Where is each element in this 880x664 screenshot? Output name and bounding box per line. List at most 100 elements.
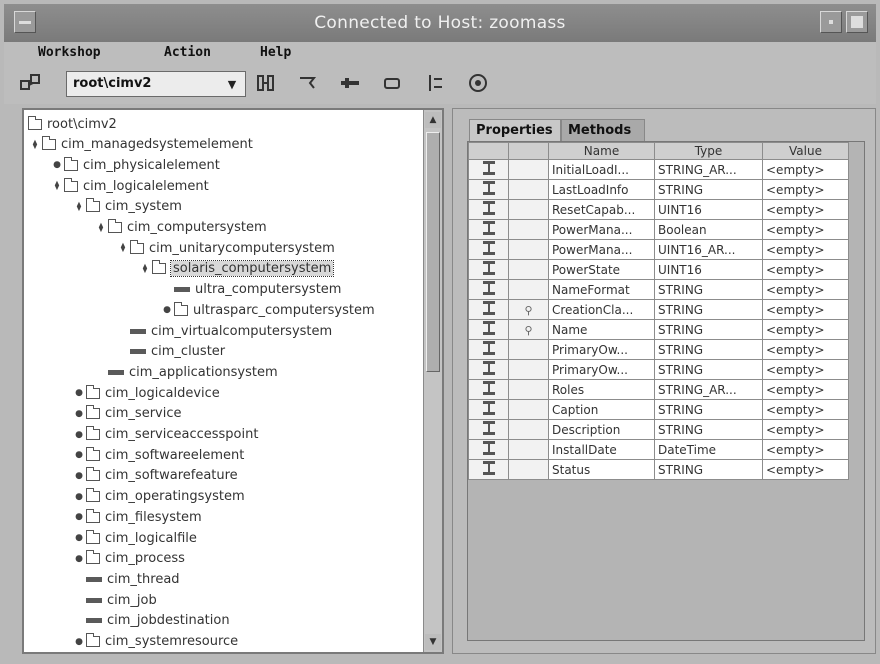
expand-toggle-icon[interactable]: ● [50, 160, 64, 170]
table-row[interactable]: Status STRING <empty> [468, 459, 849, 480]
tree-scrollbar[interactable]: ▲ ▼ [423, 110, 442, 652]
tree-node[interactable]: ⧫ cim_unitarycomputersystem [116, 238, 335, 258]
tree-node[interactable]: ⧫ cim_managedsystemelement [28, 135, 253, 155]
maximize-button[interactable] [846, 11, 868, 33]
tree-node[interactable]: ● cim_physicalelement [50, 155, 220, 175]
table-row[interactable]: PrimaryOw... STRING <empty> [468, 339, 849, 360]
scroll-up-icon[interactable]: ▲ [425, 112, 441, 128]
collapse-toggle-icon[interactable]: ⧫ [50, 181, 64, 191]
table-row[interactable]: PowerMana... Boolean <empty> [468, 219, 849, 240]
property-value[interactable]: <empty> [762, 179, 849, 200]
sort-icon[interactable] [422, 72, 446, 94]
tree-node[interactable]: ● cim_service [72, 404, 182, 424]
table-row[interactable]: ⚲ Name STRING <empty> [468, 319, 849, 340]
hierarchy-icon[interactable] [254, 72, 278, 94]
property-value[interactable]: <empty> [762, 399, 849, 420]
tree-node[interactable]: ⧫ cim_system [72, 197, 182, 217]
tree-node[interactable]: ● cim_filesystem [72, 507, 202, 527]
chevron-down-icon[interactable]: ▼ [219, 72, 245, 96]
expand-toggle-icon[interactable]: ● [72, 492, 86, 502]
expand-toggle-icon[interactable]: ● [72, 450, 86, 460]
tree-node[interactable]: ⧫ cim_logicalelement [50, 176, 209, 196]
scroll-thumb[interactable] [426, 132, 440, 372]
expand-toggle-icon[interactable]: ● [160, 305, 174, 315]
property-value[interactable]: <empty> [762, 299, 849, 320]
expand-toggle-icon[interactable]: ● [72, 554, 86, 564]
header-type[interactable]: Type [654, 142, 763, 160]
tree-node[interactable]: cim_applicationsystem [94, 362, 278, 382]
property-value[interactable]: <empty> [762, 219, 849, 240]
minimize-button[interactable] [820, 11, 842, 33]
tab-properties[interactable]: Properties [469, 119, 561, 141]
property-value[interactable]: <empty> [762, 259, 849, 280]
tree-node[interactable]: cim_cluster [116, 342, 225, 362]
tree-node[interactable]: ultra_computersystem [160, 280, 341, 300]
tree-node[interactable]: ● ultrasparc_computersystem [160, 300, 375, 320]
expand-toggle-icon[interactable]: ● [72, 512, 86, 522]
property-value[interactable]: <empty> [762, 459, 849, 480]
property-value[interactable]: <empty> [762, 319, 849, 340]
expand-toggle-icon[interactable]: ● [72, 430, 86, 440]
tree-node[interactable]: ⧫ solaris_computersystem [138, 259, 335, 279]
tree-node[interactable]: ● cim_logicalfile [72, 528, 197, 548]
tree-node[interactable]: ● cim_logicaldevice [72, 383, 220, 403]
tree-node[interactable]: ● cim_serviceaccesspoint [72, 425, 258, 445]
tree-node[interactable]: ● cim_softwarefeature [72, 466, 238, 486]
table-row[interactable]: PrimaryOw... STRING <empty> [468, 359, 849, 380]
table-row[interactable]: PowerMana... UINT16_AR... <empty> [468, 239, 849, 260]
table-row[interactable]: ⚲ CreationCla... STRING <empty> [468, 299, 849, 320]
tree-node[interactable]: root\cimv2 [28, 114, 117, 134]
namespace-icon[interactable] [18, 72, 42, 94]
scroll-down-icon[interactable]: ▼ [425, 634, 441, 650]
property-value[interactable]: <empty> [762, 159, 849, 180]
table-row[interactable]: Caption STRING <empty> [468, 399, 849, 420]
expand-toggle-icon[interactable]: ● [72, 533, 86, 543]
tree-node[interactable]: ● cim_softwareelement [72, 445, 244, 465]
property-value[interactable]: <empty> [762, 199, 849, 220]
property-value[interactable]: <empty> [762, 419, 849, 440]
table-row[interactable]: PowerState UINT16 <empty> [468, 259, 849, 280]
namespace-select[interactable]: root\cimv2 ▼ [66, 71, 246, 97]
table-row[interactable]: Roles STRING_AR... <empty> [468, 379, 849, 400]
table-row[interactable]: LastLoadInfo STRING <empty> [468, 179, 849, 200]
tree-node[interactable]: ● cim_operatingsystem [72, 487, 245, 507]
tree-node[interactable]: cim_jobdestination [72, 611, 230, 631]
expand-toggle-icon[interactable]: ● [72, 409, 86, 419]
filter-icon[interactable] [338, 72, 362, 94]
property-value[interactable]: <empty> [762, 279, 849, 300]
collapse-toggle-icon[interactable]: ⧫ [28, 140, 42, 150]
expand-toggle-icon[interactable]: ● [72, 637, 86, 647]
property-value[interactable]: <empty> [762, 239, 849, 260]
class-tree[interactable]: root\cimv2 ⧫ cim_managedsystemelement ● cim_… [22, 108, 444, 654]
table-row[interactable]: ResetCapab... UINT16 <empty> [468, 199, 849, 220]
menu-help[interactable]: Help [260, 45, 291, 60]
new-class-icon[interactable] [296, 72, 320, 94]
header-value[interactable]: Value [762, 142, 849, 160]
title-bar[interactable]: Connected to Host: zoomass [4, 4, 876, 43]
property-value[interactable]: <empty> [762, 359, 849, 380]
menu-action[interactable]: Action [164, 45, 211, 60]
event-icon[interactable] [466, 72, 490, 94]
header-name[interactable]: Name [548, 142, 655, 160]
expand-toggle-icon[interactable]: ● [72, 471, 86, 481]
tree-node[interactable]: cim_virtualcomputersystem [116, 321, 332, 341]
expand-toggle-icon[interactable]: ● [72, 388, 86, 398]
collapse-toggle-icon[interactable]: ⧫ [72, 202, 86, 212]
collapse-toggle-icon[interactable]: ⧫ [138, 264, 152, 274]
menu-workshop[interactable]: Workshop [38, 45, 101, 60]
remove-icon[interactable] [380, 72, 404, 94]
table-row[interactable]: InstallDate DateTime <empty> [468, 439, 849, 460]
tree-node[interactable]: ⧫ cim_computersystem [94, 218, 267, 238]
table-row[interactable]: NameFormat STRING <empty> [468, 279, 849, 300]
property-value[interactable]: <empty> [762, 379, 849, 400]
property-value[interactable]: <empty> [762, 439, 849, 460]
tab-methods[interactable]: Methods [561, 119, 645, 141]
tree-node[interactable]: ● cim_systemresource [72, 632, 238, 652]
tree-node[interactable]: ● cim_process [72, 549, 185, 569]
collapse-toggle-icon[interactable]: ⧫ [94, 223, 108, 233]
tree-node[interactable]: cim_thread [72, 569, 180, 589]
table-row[interactable]: InitialLoadI... STRING_AR... <empty> [468, 159, 849, 180]
property-value[interactable]: <empty> [762, 339, 849, 360]
collapse-toggle-icon[interactable]: ⧫ [116, 243, 130, 253]
tree-node[interactable]: cim_job [72, 590, 157, 610]
